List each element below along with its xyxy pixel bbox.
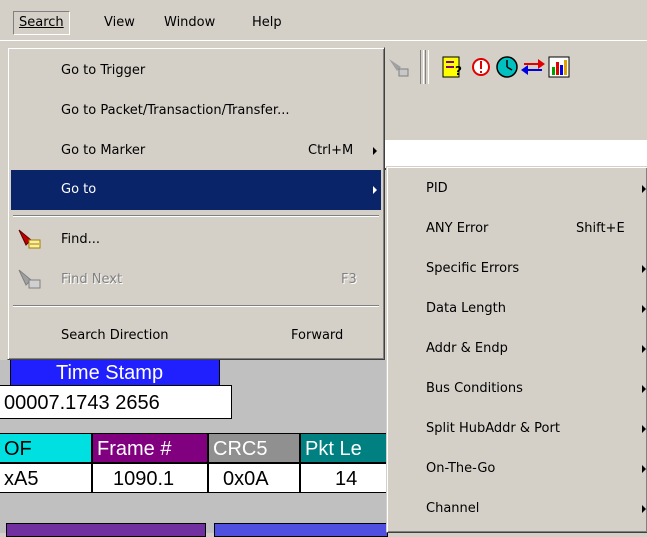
svg-text:?: ?	[455, 64, 462, 78]
menu-item-value: Forward	[291, 328, 344, 343]
submenu-arrow-icon	[642, 185, 646, 193]
field-header-frame: Frame #	[92, 433, 208, 463]
menu-item-go-to-marker[interactable]: Go to Marker Ctrl+M	[11, 131, 381, 171]
menu-item-label: Channel	[426, 501, 480, 516]
menu-window[interactable]: Window	[159, 12, 220, 34]
menu-item-label: On-The-Go	[426, 461, 496, 476]
error-icon[interactable]	[468, 52, 494, 82]
time-stamp-header: Time Stamp	[10, 360, 220, 386]
menu-item-label: Split HubAddr & Port	[426, 421, 560, 436]
trace-view: Time Stamp 00007.1743 2656 OF Frame # CR…	[0, 360, 388, 537]
menu-help-label: Help	[252, 15, 282, 30]
menu-item-label: Addr & Endp	[426, 341, 508, 356]
field-header-crc5: CRC5	[208, 433, 300, 463]
toolbar-separator	[420, 50, 424, 84]
menu-item-go-to[interactable]: Go to	[11, 170, 381, 210]
submenu-arrow-icon	[642, 385, 646, 393]
submenu-arrow-icon	[642, 345, 646, 353]
menu-item-shortcut: Shift+E	[576, 221, 625, 236]
submenu-arrow-icon	[642, 465, 646, 473]
menu-item-search-direction[interactable]: Search Direction Forward	[11, 316, 381, 356]
toolbar: ?	[380, 44, 647, 94]
next-packet-field	[214, 523, 388, 537]
field-value-frame: 1090.1	[92, 463, 208, 493]
menu-item-label: Find...	[61, 232, 101, 247]
menu-item-shortcut: F3	[341, 272, 357, 287]
submenu-arrow-icon	[373, 186, 377, 194]
menu-item-label: Go to Marker	[61, 143, 146, 158]
submenu-item-specific-errors[interactable]: Specific Errors	[390, 249, 646, 289]
submenu-item-addr-endp[interactable]: Addr & Endp	[390, 329, 646, 369]
flashlight-disabled-icon	[17, 267, 43, 293]
menu-item-label: Data Length	[426, 301, 507, 316]
menu-search[interactable]: Search	[13, 11, 70, 35]
menu-view-label: View	[104, 15, 135, 30]
submenu-arrow-icon	[642, 425, 646, 433]
find-next-tool-icon[interactable]	[386, 52, 412, 82]
submenu-item-pid[interactable]: PID	[390, 169, 646, 209]
search-menu: Go to Trigger Go to Packet/Transaction/T…	[7, 47, 385, 360]
time-stamp-value: 00007.1743 2656	[0, 385, 232, 419]
menu-bar: Search View Window Help	[0, 0, 647, 41]
menu-item-go-to-packet[interactable]: Go to Packet/Transaction/Transfer...	[11, 91, 381, 131]
menu-item-shortcut: Ctrl+M	[308, 143, 354, 158]
field-value-sof: xA5	[0, 463, 92, 493]
bar-chart-icon[interactable]	[546, 52, 572, 82]
menu-item-label: ANY Error	[426, 221, 489, 236]
submenu-item-split-hubaddr-port[interactable]: Split HubAddr & Port	[390, 409, 646, 449]
submenu-item-channel[interactable]: Channel	[390, 489, 646, 529]
menu-item-find-next[interactable]: Find Next F3	[11, 260, 381, 300]
field-header-sof: OF	[0, 433, 92, 463]
clock-icon[interactable]	[494, 52, 520, 82]
menu-item-label: Go to Trigger	[61, 63, 146, 78]
menu-help[interactable]: Help	[247, 12, 287, 34]
toolbar-separator	[425, 50, 429, 84]
menu-item-find[interactable]: Find...	[11, 220, 381, 260]
menu-window-label: Window	[164, 15, 216, 30]
submenu-item-bus-conditions[interactable]: Bus Conditions	[390, 369, 646, 409]
help-topics-icon[interactable]: ?	[440, 52, 466, 82]
submenu-item-any-error[interactable]: ANY Error Shift+E	[390, 209, 644, 249]
submenu-arrow-icon	[642, 265, 646, 273]
menu-item-go-to-trigger[interactable]: Go to Trigger	[11, 51, 381, 91]
submenu-arrow-icon	[642, 505, 646, 513]
menu-item-label: Find Next	[61, 272, 123, 287]
field-value-pkt-len: 14	[300, 463, 386, 493]
menu-separator	[13, 215, 379, 217]
field-value-crc5: 0x0A	[208, 463, 300, 493]
toolbar-area	[380, 96, 647, 141]
submenu-item-on-the-go[interactable]: On-The-Go	[390, 449, 646, 489]
menu-item-label: Specific Errors	[426, 261, 520, 276]
menu-item-label: Go to Packet/Transaction/Transfer...	[61, 103, 290, 118]
submenu-item-data-length[interactable]: Data Length	[390, 289, 646, 329]
menu-item-label: Search Direction	[61, 328, 169, 343]
menu-search-label: Search	[19, 15, 64, 30]
submenu-arrow-icon	[642, 305, 646, 313]
menu-item-label: PID	[426, 181, 448, 196]
menu-view[interactable]: View	[99, 12, 140, 34]
flashlight-icon	[17, 227, 43, 253]
swap-arrows-icon[interactable]	[520, 52, 546, 82]
field-header-pkt-len: Pkt Le	[300, 433, 386, 463]
goto-submenu: PID ANY Error Shift+E Specific Errors Da…	[386, 166, 647, 533]
menu-separator	[13, 305, 379, 307]
menu-item-label: Go to	[61, 182, 97, 197]
next-packet-field	[6, 523, 206, 537]
submenu-arrow-icon	[373, 147, 377, 155]
menu-item-label: Bus Conditions	[426, 381, 523, 396]
